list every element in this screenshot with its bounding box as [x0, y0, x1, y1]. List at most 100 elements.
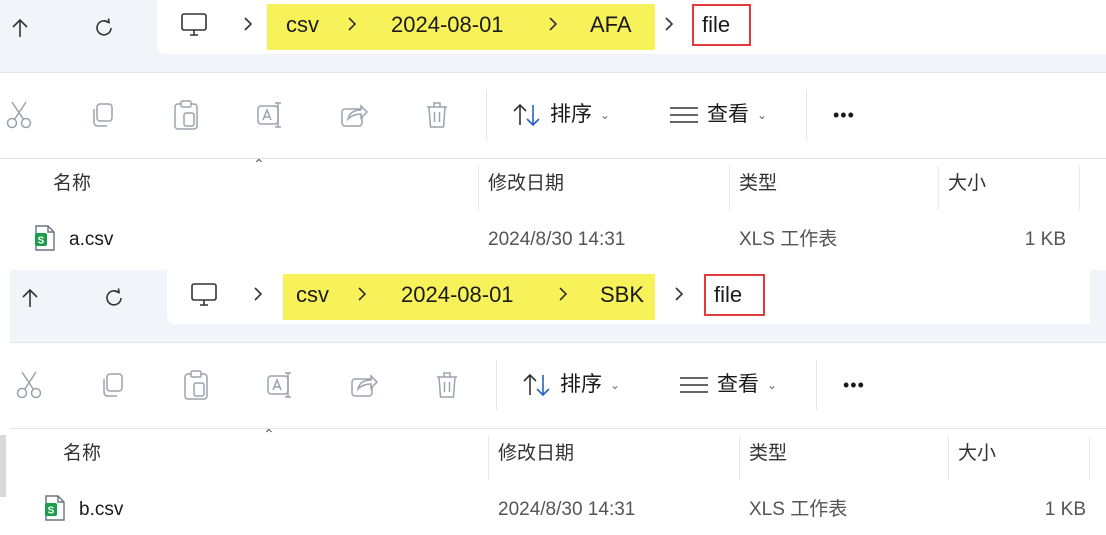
cut-icon: [6, 101, 32, 129]
address-bar[interactable]: csv 2024-08-01 SBK file: [167, 270, 1090, 324]
column-separator[interactable]: [729, 166, 730, 210]
toolbar-separator: [816, 360, 817, 410]
cut-button[interactable]: [12, 368, 46, 402]
rename-icon: [267, 372, 291, 398]
current-folder-label: file: [702, 12, 731, 37]
svg-text:S: S: [48, 506, 55, 517]
breadcrumb-item[interactable]: 2024-08-01: [401, 282, 514, 308]
file-row[interactable]: S a.csv 2024/8/30 14:31 XLS 工作表 1 KB: [0, 212, 1106, 264]
cut-icon: [16, 371, 42, 399]
copy-icon: [103, 373, 123, 397]
chevron-right-icon[interactable]: [241, 15, 255, 33]
chevron-right-icon[interactable]: [556, 285, 570, 303]
paste-button[interactable]: [169, 98, 203, 132]
chevron-down-icon: ⌄: [610, 378, 621, 392]
column-size[interactable]: 大小: [948, 172, 986, 196]
share-icon: [351, 374, 379, 397]
column-separator[interactable]: [739, 436, 740, 480]
column-name[interactable]: 名称: [63, 442, 101, 466]
current-folder-breadcrumb[interactable]: file: [692, 4, 751, 46]
more-icon: •••: [843, 375, 865, 395]
view-icon: [670, 107, 698, 123]
breadcrumb-item[interactable]: csv: [296, 282, 329, 308]
file-name[interactable]: b.csv: [79, 498, 123, 522]
sort-ascending-icon: ⌃: [253, 156, 265, 172]
copy-icon: [93, 103, 113, 127]
paste-icon: [174, 100, 198, 130]
column-separator[interactable]: [1089, 436, 1090, 480]
rename-button[interactable]: [263, 368, 297, 402]
address-bar[interactable]: csv 2024-08-01 AFA file: [157, 0, 1106, 54]
refresh-button[interactable]: [88, 12, 120, 44]
csv-file-icon: S: [45, 495, 65, 521]
view-button[interactable]: 查看 ⌄: [669, 102, 767, 128]
file-size: 1 KB: [1044, 499, 1086, 520]
chevron-down-icon: ⌄: [600, 108, 611, 122]
chevron-right-icon[interactable]: [251, 285, 265, 303]
chevron-right-icon[interactable]: [355, 285, 369, 303]
file-modified: 2024/8/30 14:31: [498, 499, 636, 520]
paste-button[interactable]: [179, 368, 213, 402]
sort-button[interactable]: 排序 ⌄: [522, 372, 620, 398]
share-button[interactable]: [337, 98, 371, 132]
view-icon: [680, 377, 708, 393]
sort-icon: [523, 373, 550, 397]
chevron-down-icon: ⌄: [767, 378, 778, 392]
delete-button[interactable]: [430, 368, 464, 402]
delete-icon: [437, 372, 457, 398]
up-button[interactable]: [4, 12, 36, 44]
share-icon: [341, 104, 369, 127]
this-pc-icon: [191, 283, 217, 306]
chevron-right-icon[interactable]: [672, 285, 686, 303]
column-modified[interactable]: 修改日期: [488, 172, 564, 196]
more-icon: •••: [833, 105, 855, 125]
sort-icon: [513, 103, 540, 127]
svg-text:S: S: [38, 236, 45, 247]
copy-button[interactable]: [85, 98, 119, 132]
view-button[interactable]: 查看 ⌄: [679, 372, 777, 398]
breadcrumb-item[interactable]: csv: [286, 12, 319, 38]
view-label: 查看: [707, 103, 749, 126]
share-button[interactable]: [347, 368, 381, 402]
breadcrumb-item[interactable]: SBK: [600, 282, 644, 308]
command-bar: 排序 ⌄ 查看 ⌄ •••: [0, 78, 1106, 158]
breadcrumb-item[interactable]: AFA: [590, 12, 632, 38]
column-type[interactable]: 类型: [749, 442, 787, 466]
column-separator[interactable]: [948, 436, 949, 480]
column-separator[interactable]: [488, 436, 489, 480]
chevron-right-icon[interactable]: [546, 15, 560, 33]
breadcrumb-item[interactable]: 2024-08-01: [391, 12, 504, 38]
command-bar: 排序 ⌄ 查看 ⌄ •••: [10, 348, 1106, 428]
refresh-button[interactable]: [98, 282, 130, 314]
toolbar-separator: [486, 90, 487, 140]
more-button[interactable]: •••: [843, 372, 865, 398]
column-separator[interactable]: [1079, 166, 1080, 210]
file-row[interactable]: S b.csv 2024/8/30 14:31 XLS 工作表 1 KB: [10, 482, 1106, 534]
file-size: 1 KB: [1024, 229, 1066, 250]
cut-button[interactable]: [2, 98, 36, 132]
column-separator[interactable]: [938, 166, 939, 210]
delete-button[interactable]: [420, 98, 454, 132]
column-size[interactable]: 大小: [958, 442, 996, 466]
copy-button[interactable]: [95, 368, 129, 402]
file-name[interactable]: a.csv: [69, 228, 113, 252]
up-button[interactable]: [14, 282, 46, 314]
column-modified[interactable]: 修改日期: [498, 442, 574, 466]
left-edge-strip: [0, 435, 6, 497]
refresh-icon: [96, 18, 112, 36]
chevron-right-icon[interactable]: [345, 15, 359, 33]
sort-button[interactable]: 排序 ⌄: [512, 102, 610, 128]
rename-button[interactable]: [253, 98, 287, 132]
up-arrow-icon: [12, 18, 28, 37]
view-label: 查看: [717, 373, 759, 396]
column-name[interactable]: 名称: [53, 172, 91, 196]
current-folder-breadcrumb[interactable]: file: [704, 274, 765, 316]
navigation-bar: csv 2024-08-01 AFA file: [0, 0, 1106, 72]
file-type: XLS 工作表: [749, 499, 848, 520]
sort-ascending-icon: ⌃: [263, 426, 275, 442]
more-button[interactable]: •••: [833, 102, 855, 128]
column-separator[interactable]: [478, 166, 479, 210]
column-type[interactable]: 类型: [739, 172, 777, 196]
divider: [10, 342, 1106, 343]
chevron-right-icon[interactable]: [662, 15, 676, 33]
